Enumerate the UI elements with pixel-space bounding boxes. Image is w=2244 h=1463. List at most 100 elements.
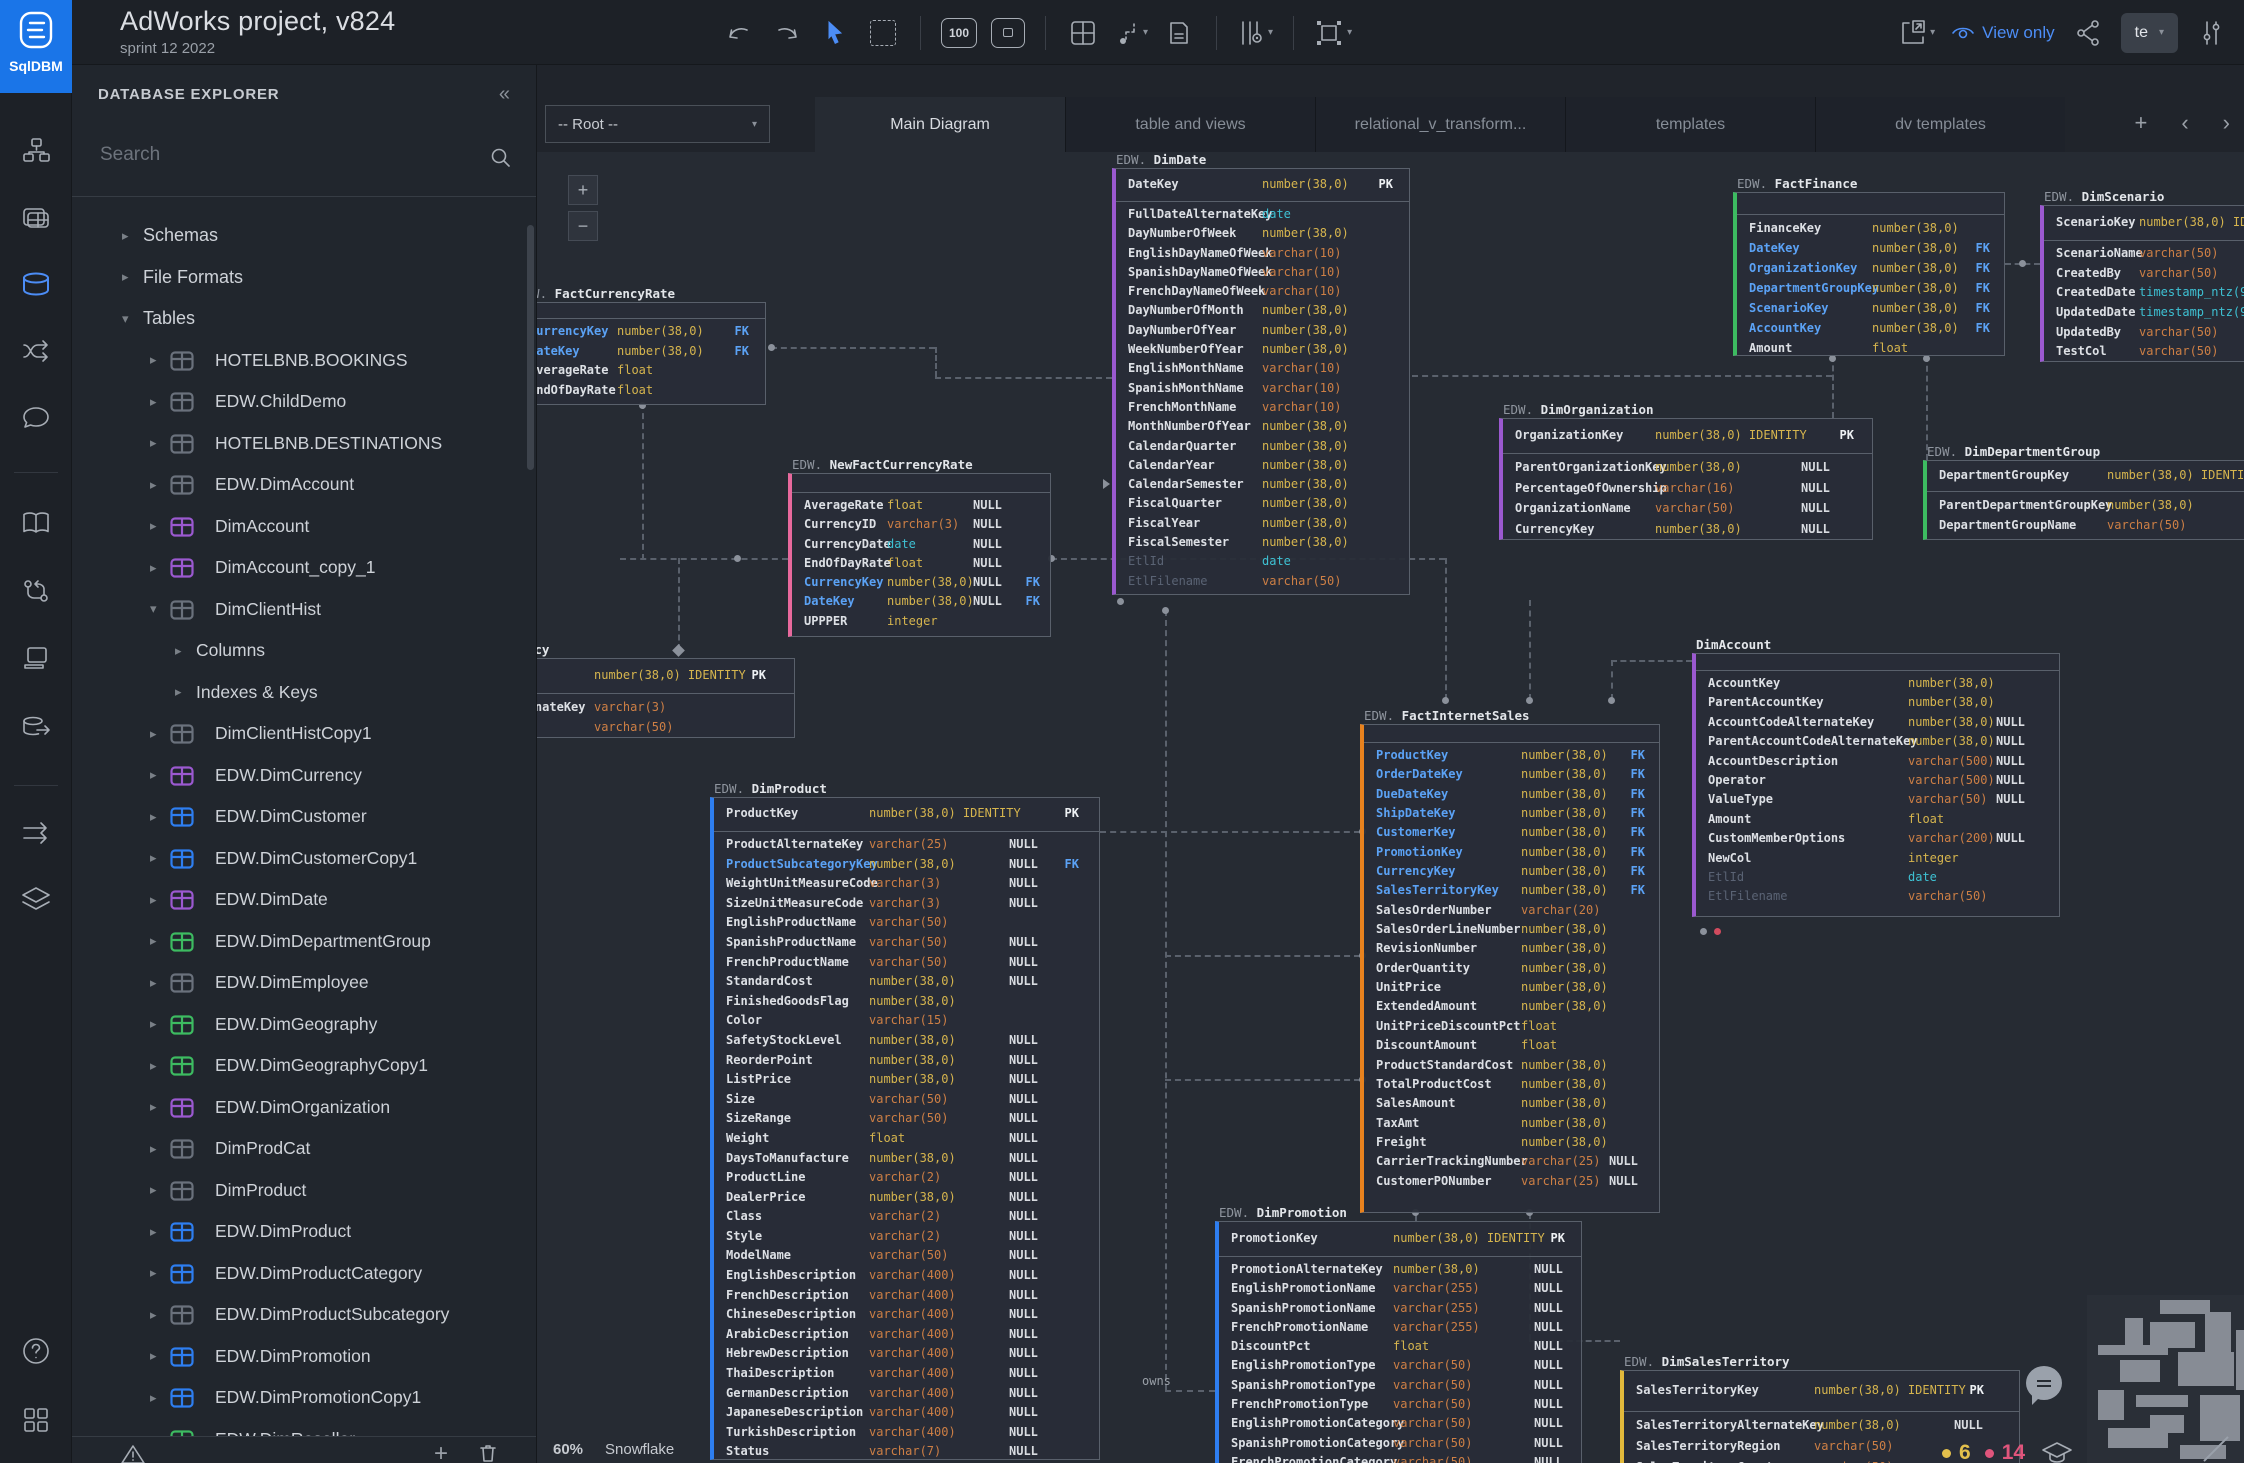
diagram-canvas[interactable]: + − EDW. FactCurrencyRate CurrencyKeynumb… [537, 152, 2244, 1463]
diagram-table-DimDepartmentGroup[interactable]: DepartmentGroupKey number(38,0) IDENTITY P… [1923, 460, 2244, 540]
add-table-button[interactable]: + [434, 1440, 448, 1463]
delete-icon[interactable] [478, 1442, 498, 1463]
tab-relational-v-transform-[interactable]: relational_v_transform... [1315, 97, 1565, 152]
caret-right-icon[interactable]: ▸ [150, 352, 157, 368]
sidebar-item-dimclienthist[interactable]: ▾ DimClientHist [72, 589, 536, 631]
prev-tab-button[interactable]: ‹ [2181, 110, 2188, 136]
diagram-table-DimOrganization[interactable]: OrganizationKey number(38,0) IDENTITY PK Pa… [1499, 418, 1873, 540]
redo-button[interactable] [770, 16, 804, 50]
sidebar-item-edw-dimproduct[interactable]: ▸ EDW.DimProduct [72, 1211, 536, 1253]
caret-right-icon[interactable]: ▸ [150, 518, 157, 534]
tab-dv-templates[interactable]: dv templates [1815, 97, 2065, 152]
sidebar-item-edw-dimproductcategory[interactable]: ▸ EDW.DimProductCategory [72, 1253, 536, 1295]
caret-right-icon[interactable]: ▸ [150, 435, 157, 451]
tables-icon[interactable] [21, 203, 51, 233]
diagram-table-DimPromotion[interactable]: PromotionKey number(38,0) IDENTITY PK Promo… [1215, 1221, 1582, 1463]
sidebar-item-edw-dimgeography[interactable]: ▸ EDW.DimGeography [72, 1004, 536, 1046]
sidebar-item-edw-dimcustomer[interactable]: ▸ EDW.DimCustomer [72, 796, 536, 838]
fit-screen-button[interactable] [991, 16, 1025, 50]
caret-right-icon[interactable]: ▸ [150, 933, 157, 949]
add-tab-button[interactable]: + [2134, 110, 2147, 136]
caret-right-icon[interactable]: ▸ [175, 643, 182, 659]
zoom-out-button[interactable]: − [568, 211, 598, 241]
caret-right-icon[interactable]: ▸ [150, 892, 157, 908]
db-export-icon[interactable] [20, 713, 52, 741]
caret-down-icon[interactable]: ▾ [150, 601, 157, 617]
sidebar-item-dimproduct[interactable]: ▸ DimProduct [72, 1170, 536, 1212]
tab-table-and-views[interactable]: table and views [1065, 97, 1315, 152]
caret-right-icon[interactable]: ▸ [150, 560, 157, 576]
caret-right-icon[interactable]: ▸ [122, 228, 129, 244]
frame-select-button[interactable]: ▾ [1314, 16, 1352, 50]
caret-right-icon[interactable]: ▸ [150, 1224, 157, 1240]
caret-right-icon[interactable]: ▸ [150, 394, 157, 410]
caret-right-icon[interactable]: ▸ [150, 1265, 157, 1281]
caret-right-icon[interactable]: ▸ [150, 1348, 157, 1364]
transfer-icon[interactable] [21, 820, 51, 846]
sidebar-item-edw-dimaccount[interactable]: ▸ EDW.DimAccount [72, 464, 536, 506]
apps-grid-icon[interactable] [21, 1405, 51, 1435]
caret-right-icon[interactable]: ▸ [150, 809, 157, 825]
graduation-cap-icon[interactable] [2041, 1440, 2073, 1463]
sidebar-item-edw-dimdate[interactable]: ▸ EDW.DimDate [72, 879, 536, 921]
sidebar-item-edw-dimemployee[interactable]: ▸ EDW.DimEmployee [72, 962, 536, 1004]
warning-icon[interactable] [120, 1443, 146, 1463]
sidebar-item-hotelbnb-destinations[interactable]: ▸ HOTELBNB.DESTINATIONS [72, 423, 536, 465]
sidebar-item-dimaccount[interactable]: ▸ DimAccount [72, 506, 536, 548]
sidebar-item-edw-dimdepartmentgroup[interactable]: ▸ EDW.DimDepartmentGroup [72, 921, 536, 963]
sidebar-item-edw-dimpromotioncopy1[interactable]: ▸ EDW.DimPromotionCopy1 [72, 1377, 536, 1419]
sidebar-item-indexes-keys[interactable]: ▸ Indexes & Keys [72, 672, 536, 714]
grid-view-button[interactable] [1066, 16, 1100, 50]
sidebar-item-columns[interactable]: ▸ Columns [72, 630, 536, 672]
caret-right-icon[interactable]: ▸ [150, 1390, 157, 1406]
workspace-icon[interactable] [21, 645, 51, 671]
sidebar-item-hotelbnb-bookings[interactable]: ▸ HOTELBNB.BOOKINGS [72, 340, 536, 382]
caret-right-icon[interactable]: ▸ [150, 477, 157, 493]
undo-button[interactable] [722, 16, 756, 50]
diagram-table-DimDate[interactable]: DateKey number(38,0) PK FullDateAlternateKe… [1112, 168, 1410, 595]
diagram-table-FactFinance[interactable]: FinanceKey number(38,0) DateKey number(38,0… [1733, 192, 2005, 356]
collapse-panel-button[interactable]: « [499, 83, 510, 106]
tab-main-diagram[interactable]: Main Diagram [815, 97, 1065, 152]
zoom-in-button[interactable]: + [568, 175, 598, 205]
docs-icon[interactable] [21, 510, 51, 536]
settings-sliders-icon[interactable] [2194, 16, 2228, 50]
sidebar-item-dimprodcat[interactable]: ▸ DimProdCat [72, 1128, 536, 1170]
diagram-table-NewFactCurrencyRate[interactable]: AverageRate float NULL CurrencyID varchar(3)… [788, 473, 1051, 637]
sidebar-item-edw-dimcurrency[interactable]: ▸ EDW.DimCurrency [72, 755, 536, 797]
explorer-scrollbar[interactable] [527, 225, 534, 470]
tab-templates[interactable]: templates [1565, 97, 1815, 152]
caret-right-icon[interactable]: ▸ [150, 975, 157, 991]
comment-bubble-icon[interactable] [2026, 1366, 2062, 1405]
diagram-table-FactCurrencyRate[interactable]: CurrencyKeynumber(38,0)FK DateKeynumber(3… [537, 302, 766, 405]
caret-right-icon[interactable]: ▸ [150, 1099, 157, 1115]
diagram-table-FactInternetSales[interactable]: ProductKey number(38,0) FK OrderDateKey numb… [1360, 724, 1660, 1213]
sidebar-item-edw-childdemo[interactable]: ▸ EDW.ChildDemo [72, 381, 536, 423]
diagram-tree-icon[interactable] [21, 135, 51, 165]
sidebar-item-dimclienthistcopy1[interactable]: ▸ DimClientHistCopy1 [72, 713, 536, 755]
caret-right-icon[interactable]: ▸ [150, 1141, 157, 1157]
diagram-table-DimAccount[interactable]: AccountKey number(38,0) ParentAccountKey nu… [1692, 653, 2060, 917]
diagram-table-DimScenario[interactable]: ScenarioKeynumber(38,0) IDENTITY Scenario… [2040, 205, 2244, 362]
minimap[interactable] [2087, 1295, 2244, 1463]
diagram-table-DimProduct[interactable]: ProductKey number(38,0) IDENTITY PK Product… [710, 797, 1100, 1460]
caret-right-icon[interactable]: ▸ [150, 726, 157, 742]
caret-right-icon[interactable]: ▸ [175, 684, 182, 700]
database-icon[interactable] [20, 270, 52, 300]
sidebar-item-file-formats[interactable]: ▸ File Formats [72, 257, 536, 299]
marquee-select-button[interactable] [866, 16, 900, 50]
sidebar-item-dimaccount-copy-1[interactable]: ▸ DimAccount_copy_1 [72, 547, 536, 589]
column-display-button[interactable]: ▾ [1237, 16, 1273, 50]
zoom-100-button[interactable]: 100 [941, 16, 977, 50]
layers-icon[interactable] [20, 885, 52, 913]
help-icon[interactable] [20, 1335, 52, 1367]
sidebar-item-edw-dimpromotion[interactable]: ▸ EDW.DimPromotion [72, 1336, 536, 1378]
search-input[interactable] [98, 143, 458, 167]
shuffle-icon[interactable] [21, 338, 51, 364]
caret-right-icon[interactable]: ▸ [122, 269, 129, 285]
caret-right-icon[interactable]: ▸ [150, 1016, 157, 1032]
caret-right-icon[interactable]: ▸ [150, 850, 157, 866]
comment-icon[interactable] [21, 405, 51, 431]
root-select[interactable]: -- Root -- ▾ [545, 105, 770, 143]
notes-button[interactable] [1162, 16, 1196, 50]
